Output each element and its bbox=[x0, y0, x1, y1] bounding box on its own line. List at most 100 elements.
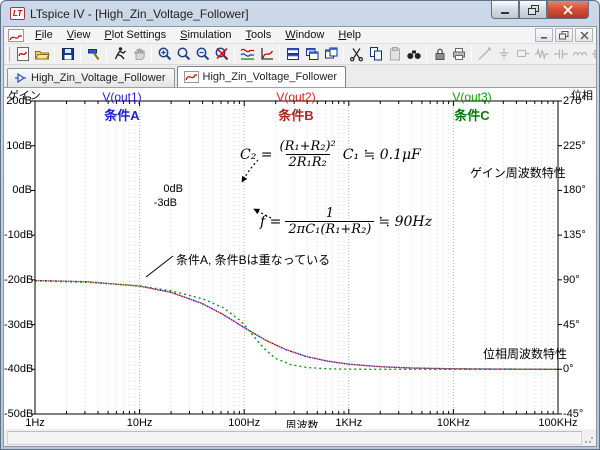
tab-schematic[interactable]: High_Zin_Voltage_Follower bbox=[7, 68, 175, 87]
title-bar[interactable]: LT LTspice IV - [High_Zin_Voltage_Follow… bbox=[3, 1, 597, 26]
tab-waveform[interactable]: High_Zin_Voltage_Follower bbox=[177, 66, 347, 87]
toolbar-button-cut[interactable] bbox=[347, 45, 366, 64]
gain-tick-label: 0dB bbox=[4, 184, 32, 196]
freq-tick-label: 10Hz bbox=[110, 417, 170, 428]
mdi-restore-icon bbox=[559, 31, 569, 40]
freq-tick-label: 1Hz bbox=[5, 417, 65, 428]
plot-pane[interactable]: ゲイン 位相 V(out1) V(out2) V(out3) 条件A 条件B 条… bbox=[4, 88, 596, 428]
menu-plot-settings[interactable]: Plot Settings bbox=[97, 28, 173, 42]
app-icon: LT bbox=[10, 7, 25, 20]
formula-c2-lhs: C₂ = bbox=[240, 147, 273, 163]
toolbar-button-overlap-windows[interactable] bbox=[321, 45, 340, 64]
restore-button[interactable] bbox=[519, 1, 547, 19]
toolbar-button-control-panel[interactable] bbox=[84, 45, 103, 64]
toolbar-button-new-plot[interactable] bbox=[13, 45, 32, 64]
toolbar-button-capacitor bbox=[551, 45, 570, 64]
toolbar-button-lock[interactable] bbox=[430, 45, 449, 64]
toolbar-grip[interactable] bbox=[7, 47, 10, 62]
minimize-button[interactable] bbox=[491, 1, 519, 19]
toolbar-button-save[interactable] bbox=[58, 45, 77, 64]
toolbar-button-halt bbox=[129, 45, 148, 64]
formula-c2-rhs: C₁ ≒ 0.1μF bbox=[343, 147, 421, 163]
toolbar-button-copy[interactable] bbox=[366, 45, 385, 64]
menu-bar: File View Plot Settings Simulation Tools… bbox=[4, 27, 596, 44]
trace-header-vout3[interactable]: V(out3) bbox=[412, 90, 532, 104]
schematic-icon bbox=[14, 72, 27, 84]
toolbar-button-zoom-out[interactable] bbox=[193, 45, 212, 64]
overlap-windows-icon bbox=[323, 46, 339, 62]
trace-header-vout1[interactable]: V(out1) bbox=[62, 90, 182, 104]
zoom-out-icon bbox=[195, 46, 211, 62]
mdi-close-button[interactable] bbox=[575, 28, 593, 42]
toolbar-button-zoom-in[interactable] bbox=[155, 45, 174, 64]
toolbar-separator bbox=[426, 46, 427, 62]
formula-c2-denominator: 2R₁R₂ bbox=[286, 154, 330, 170]
mdi-restore-button[interactable] bbox=[555, 28, 573, 42]
formula-f: f = 1 2πC₁(R₁+R₂) ≒ 90Hz bbox=[260, 206, 432, 237]
toolbar-separator bbox=[151, 46, 152, 62]
marker-0db-label: 0dB bbox=[143, 183, 183, 195]
mdi-document-icon[interactable] bbox=[8, 29, 24, 42]
ground-icon bbox=[496, 46, 512, 62]
print-icon bbox=[451, 46, 467, 62]
halt-icon bbox=[131, 46, 147, 62]
tile-windows-icon bbox=[285, 46, 301, 62]
menu-help[interactable]: Help bbox=[331, 28, 368, 42]
autorange-icon bbox=[240, 46, 256, 62]
toolbar-separator bbox=[54, 46, 55, 62]
menu-tools[interactable]: Tools bbox=[239, 28, 279, 42]
open-icon bbox=[34, 46, 50, 62]
phase-tick-label: 135° bbox=[563, 229, 596, 241]
menu-view[interactable]: View bbox=[60, 28, 98, 42]
diode-icon bbox=[591, 46, 597, 62]
toolbar-button-open[interactable] bbox=[32, 45, 51, 64]
menu-simulation[interactable]: Simulation bbox=[173, 28, 238, 42]
paste-icon bbox=[387, 46, 403, 62]
cascade-windows-icon bbox=[304, 46, 320, 62]
toolbar-button-ground bbox=[494, 45, 513, 64]
toolbar-button-resistor bbox=[532, 45, 551, 64]
phase-curves[interactable] bbox=[35, 281, 558, 370]
menu-window[interactable]: Window bbox=[278, 28, 331, 42]
mdi-close-icon bbox=[580, 31, 589, 40]
phase-tick-label: 180° bbox=[563, 184, 596, 196]
close-button[interactable] bbox=[547, 1, 589, 19]
toolbar-button-autorange[interactable] bbox=[238, 45, 257, 64]
toolbar-button-print[interactable] bbox=[449, 45, 468, 64]
phase-tick-label: 270° bbox=[563, 95, 596, 107]
toolbar-separator bbox=[343, 46, 344, 62]
resize-grip[interactable] bbox=[584, 434, 594, 444]
condition-b-label: 条件B bbox=[236, 105, 356, 124]
save-icon bbox=[60, 46, 76, 62]
gain-tick-label: -20dB bbox=[4, 274, 32, 286]
overlap-leader-line bbox=[146, 256, 173, 277]
trace-header-vout2[interactable]: V(out2) bbox=[236, 90, 356, 104]
tab-waveform-label: High_Zin_Voltage_Follower bbox=[203, 71, 338, 83]
phase-tick-label: 0° bbox=[563, 363, 596, 375]
restore-icon bbox=[528, 5, 539, 15]
menu-file[interactable]: File bbox=[28, 28, 60, 42]
new-plot-icon bbox=[15, 46, 31, 62]
toolbar-button-zoom-extents[interactable] bbox=[174, 45, 193, 64]
zoom-in-icon bbox=[157, 46, 173, 62]
formula-c2-numerator: (R₁+R₂)² bbox=[277, 139, 339, 154]
toolbar-button-cascade-windows[interactable] bbox=[302, 45, 321, 64]
toolbar-button-zoom-undo[interactable] bbox=[212, 45, 231, 64]
tab-schematic-label: High_Zin_Voltage_Follower bbox=[31, 72, 166, 84]
toolbar-button-find[interactable] bbox=[404, 45, 423, 64]
mdi-minimize-button[interactable] bbox=[535, 28, 553, 42]
phase-tick-label: 225° bbox=[563, 140, 596, 152]
resistor-icon bbox=[534, 46, 550, 62]
close-icon bbox=[563, 5, 573, 15]
phase-curve-label: 位相周波数特性 bbox=[483, 345, 567, 362]
toolbar-button-net-label bbox=[513, 45, 532, 64]
formula-f-numerator: 1 bbox=[323, 206, 337, 221]
toolbar-button-tile-windows[interactable] bbox=[283, 45, 302, 64]
toolbar-button-run[interactable] bbox=[110, 45, 129, 64]
formula-f-rhs: ≒ 90Hz bbox=[378, 214, 432, 230]
toolbar-separator bbox=[80, 46, 81, 62]
overlap-note: 条件A, 条件Bは重なっている bbox=[176, 251, 330, 268]
toolbar-button-plot-settings[interactable] bbox=[257, 45, 276, 64]
status-bar bbox=[4, 428, 596, 446]
x-axis-label[interactable]: 周波数 bbox=[276, 417, 328, 428]
